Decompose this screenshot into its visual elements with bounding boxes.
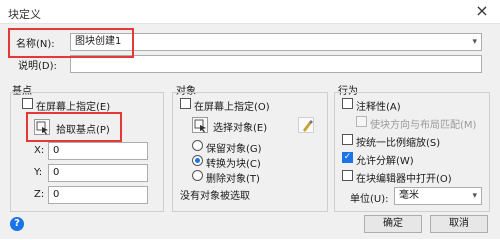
- chevron-down-icon[interactable]: ▾: [472, 188, 477, 204]
- select-objects-icon: [194, 119, 206, 133]
- cancel-button[interactable]: 取消: [430, 215, 488, 233]
- delete-label: 删除对象(T): [206, 174, 260, 185]
- selection-status: 没有对象被选取: [180, 191, 250, 202]
- scale-uniform-checkbox[interactable]: [342, 134, 353, 145]
- annotative-label: 注释性(A): [356, 102, 401, 113]
- x-value: 0: [53, 145, 60, 156]
- chevron-down-icon[interactable]: ▾: [472, 34, 477, 50]
- highlight-pick-box: [26, 112, 122, 142]
- select-objects-button[interactable]: [192, 117, 208, 133]
- allow-explode-label: 允许分解(W): [356, 156, 414, 167]
- retain-radio[interactable]: [192, 140, 203, 151]
- z-value: 0: [53, 189, 60, 200]
- open-editor-label: 在块编辑器中打开(O): [356, 174, 452, 185]
- match-orientation-label: 使块方向与布局匹配(M): [370, 120, 477, 131]
- quick-select-icon: [303, 120, 313, 132]
- allow-explode-checkbox[interactable]: ✓: [342, 152, 353, 163]
- delete-radio[interactable]: [192, 170, 203, 181]
- match-orientation-checkbox[interactable]: [356, 116, 367, 127]
- y-label: Y:: [34, 167, 43, 178]
- help-icon[interactable]: ?: [10, 217, 24, 231]
- retain-label: 保留对象(G): [206, 144, 262, 155]
- y-input[interactable]: 0: [48, 164, 148, 182]
- dialog-content: 名称(N): 图块创建1 ▾ 说明(D): 基点 在屏幕上指定(E) 拾取基点(…: [0, 24, 500, 239]
- select-objects-label[interactable]: 选择对象(E): [213, 119, 267, 134]
- close-icon[interactable]: ×: [468, 2, 496, 22]
- objects-onscreen-label: 在屏幕上指定(O): [194, 102, 270, 113]
- ok-button[interactable]: 确定: [364, 215, 422, 233]
- unit-label: 单位(U):: [350, 194, 389, 205]
- x-input[interactable]: 0: [48, 142, 148, 160]
- convert-label: 转换为块(C): [206, 159, 261, 170]
- unit-select[interactable]: 毫米 ▾: [394, 187, 482, 205]
- convert-radio[interactable]: [192, 155, 203, 166]
- basepoint-onscreen-label: 在屏幕上指定(E): [36, 102, 111, 113]
- annotative-checkbox[interactable]: [342, 98, 353, 109]
- x-label: X:: [34, 145, 45, 156]
- highlight-name-box: [8, 28, 134, 58]
- quick-select-button[interactable]: [298, 117, 314, 133]
- description-label: 说明(D):: [18, 61, 57, 72]
- objects-onscreen-checkbox[interactable]: [180, 98, 191, 109]
- z-label: Z:: [34, 189, 45, 200]
- window-title: 块定义: [8, 8, 41, 21]
- title-bar: 块定义 ×: [0, 0, 500, 24]
- open-editor-checkbox[interactable]: [342, 170, 353, 181]
- scale-uniform-label: 按统一比例缩放(S): [356, 138, 441, 149]
- basepoint-onscreen-checkbox[interactable]: [22, 98, 33, 109]
- y-value: 0: [53, 167, 60, 178]
- z-input[interactable]: 0: [48, 186, 148, 204]
- unit-value: 毫米: [399, 190, 419, 201]
